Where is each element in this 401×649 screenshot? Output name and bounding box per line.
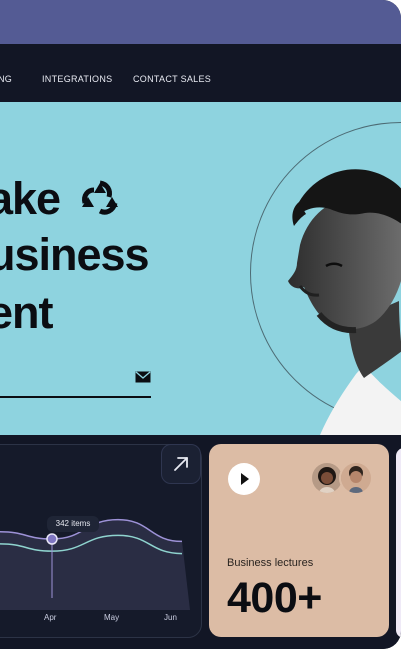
arrow-up-right-icon: [174, 457, 188, 471]
promo-label: Business lectures: [227, 557, 314, 569]
hero-section: ake usiness ent: [0, 102, 401, 435]
nav-item-truncated[interactable]: NG: [0, 74, 12, 84]
chart-tooltip: 342 items: [47, 516, 99, 532]
chart-focus-point[interactable]: [46, 533, 58, 545]
open-chart-button[interactable]: [161, 444, 201, 484]
promo-value: 400+: [227, 574, 322, 622]
next-card-edge: [396, 448, 401, 638]
x-axis-label-jun: Jun: [164, 613, 177, 622]
hero-headline-line-3: ent: [0, 287, 53, 338]
top-bar: [0, 0, 401, 44]
navbar: [0, 44, 401, 102]
app-frame: NG INTEGRATIONS CONTACT SALES ake usines…: [0, 0, 401, 649]
man-portrait-image: [288, 169, 401, 435]
nav-item-contact-sales[interactable]: CONTACT SALES: [133, 74, 211, 84]
email-input-underline[interactable]: [0, 396, 151, 398]
chart-area-fill: [0, 519, 190, 610]
avatar-man: [339, 461, 373, 495]
nav-item-integrations[interactable]: INTEGRATIONS: [42, 74, 112, 84]
hero-headline-line-1: ake: [0, 173, 61, 224]
hero-headline-line-2: usiness: [0, 229, 150, 280]
mail-icon[interactable]: [135, 371, 151, 383]
triquetra-logo-icon: [82, 180, 118, 215]
x-axis-label-apr: Apr: [44, 613, 57, 622]
line-chart: [0, 518, 190, 610]
play-button[interactable]: [228, 463, 260, 495]
x-axis-label-may: May: [104, 613, 120, 622]
